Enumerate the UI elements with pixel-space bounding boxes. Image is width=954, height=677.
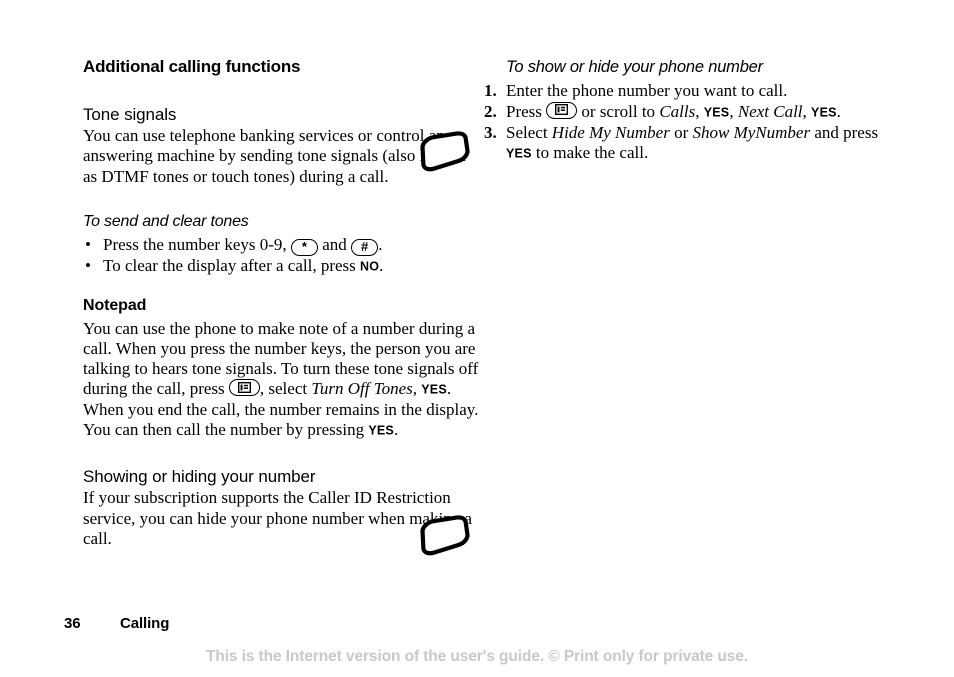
notepad-text-part: , [412,379,418,399]
bullet-text-part: . [379,256,384,276]
menu-item-name: Next Call [737,101,803,121]
menu-key-icon [546,101,578,119]
softkey-label-no: NO [360,259,380,274]
section-heading-notepad: Notepad [83,297,147,315]
step-text-part: Select [506,122,548,142]
watermark-notice: This is the Internet version of the user… [205,648,749,665]
hash-key-glyph: # [361,239,369,255]
softkey-label-yes: YES [703,105,730,120]
step-text-part: or [674,122,689,142]
menu-item-name: Turn Off Tones [311,379,413,399]
step-text-part: Enter the phone number you want to call. [506,80,788,100]
step-number: 2. [484,101,497,121]
page-title: Additional calling functions [83,57,301,76]
menu-item-name: Show MyNumber [692,122,811,142]
document-page: Additional calling functions Tone signal… [0,0,954,677]
step-number: 3. [484,122,497,142]
bullet-icon: • [85,256,91,276]
list-item: • Press the number keys 0-9, * and #. [83,235,483,257]
step-text-part: Press [506,101,542,121]
bullet-text-part: and [322,235,347,255]
bullet-icon: • [85,235,91,255]
page-footer: 36 Calling [64,615,169,632]
bullet-text-part: . [378,235,383,255]
section-heading-tone-signals: Tone signals [83,104,177,124]
menu-item-name: Calls [659,101,696,121]
send-clear-tones-list: • Press the number keys 0-9, * and #. • To… [83,235,483,277]
section-heading-showing-hiding-number: Showing or hiding your number [83,466,316,486]
menu-key-icon [228,379,260,397]
star-key-icon: * [290,239,318,257]
step-text-part: or scroll to [581,101,656,121]
bullet-text-part: To clear the display after a call, press [103,256,356,276]
notepad-text-part: , select [259,379,308,399]
step-text-part: and press [814,122,879,142]
section-heading-send-clear-tones: To send and clear tones [83,212,249,230]
chapter-name: Calling [120,615,170,632]
phone-icon [410,128,476,180]
softkey-label-yes: YES [811,105,837,120]
list-item: 1. Enter the phone number you want to cal… [484,81,884,102]
page-number: 36 [64,615,81,632]
show-hide-number-steps: 1. Enter the phone number you want to cal… [484,81,884,164]
softkey-label-yes: YES [368,423,394,438]
step-text-part: , [802,101,807,121]
list-item: 2. Press or scroll to Calls, YES, Next Ca… [484,101,884,123]
list-item: • To clear the display after a call, pres… [83,256,483,277]
star-key-glyph: * [301,239,307,255]
hash-key-icon: # [351,239,379,257]
list-item: 3. Select Hide My Number or Show MyNumber… [484,123,884,165]
step-number: 1. [484,80,497,100]
notepad-body: You can use the phone to make note of a … [83,319,483,441]
step-text-part: , [695,101,700,121]
step-text-part: to make the call. [535,143,649,163]
menu-item-name: Hide My Number [551,122,670,142]
right-column: To show or hide your phone number 1. Ente… [484,58,884,164]
bullet-text-part: Press the number keys 0-9, [103,235,287,255]
softkey-label-yes: YES [506,146,532,161]
phone-icon [410,512,476,564]
notepad-text-part: . [393,420,399,440]
section-heading-show-hide-phone-number: To show or hide your phone number [506,58,763,76]
step-text-part: , [729,101,734,121]
softkey-label-yes: YES [421,382,447,397]
step-text-part: . [836,101,841,121]
